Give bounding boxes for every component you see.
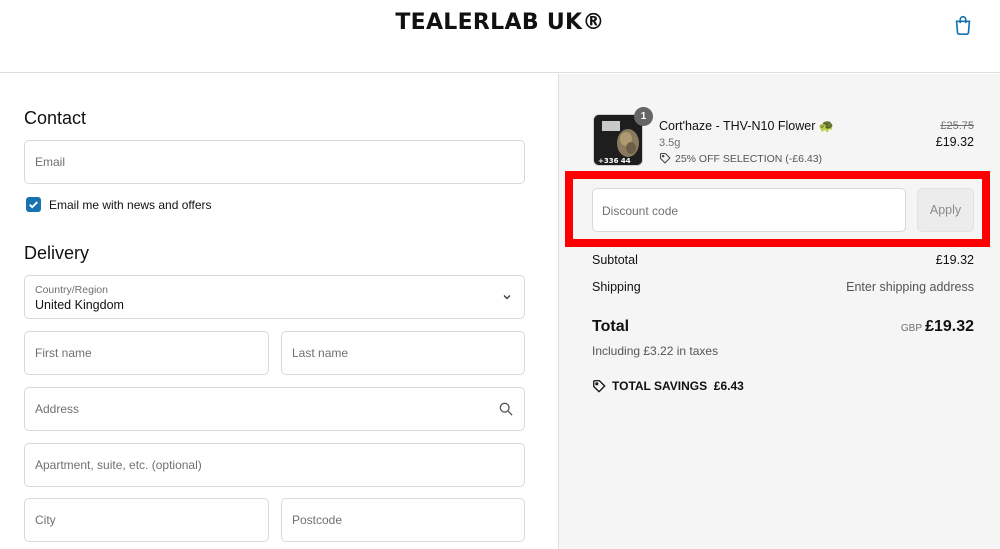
shipping-value: Enter shipping address (846, 280, 974, 294)
savings-value: £6.43 (713, 379, 744, 393)
price-original: £25.75 (940, 120, 974, 132)
total-savings: TOTAL SAVINGS £6.43 (592, 379, 744, 393)
country-label: Country/Region (35, 284, 108, 296)
product-discount-text: 25% OFF SELECTION (-£6.43) (675, 153, 823, 165)
address-field[interactable]: Address (24, 387, 525, 431)
contact-title: Contact (24, 108, 87, 128)
quantity-badge: 1 (634, 107, 653, 126)
postcode-placeholder: Postcode (292, 513, 343, 527)
newsletter-checkbox[interactable] (26, 197, 41, 212)
last-name-field[interactable]: Last name (281, 331, 525, 375)
subtotal-value: £19.32 (935, 253, 974, 267)
city-placeholder: City (35, 513, 56, 527)
apartment-placeholder: Apartment, suite, etc. (optional) (35, 458, 202, 472)
last-name-placeholder: Last name (292, 346, 349, 360)
total-label: Total (592, 318, 630, 335)
newsletter-label[interactable]: Email me with news and offers (49, 198, 212, 212)
postcode-field[interactable]: Postcode (281, 498, 525, 542)
tag-icon (593, 380, 606, 393)
email-field[interactable]: Email (24, 140, 525, 184)
apartment-field[interactable]: Apartment, suite, etc. (optional) (24, 443, 525, 487)
total-value: £19.32 (925, 318, 974, 335)
email-placeholder: Email (35, 155, 66, 169)
city-field[interactable]: City (24, 498, 269, 542)
price-final: £19.32 (935, 135, 974, 149)
taxes-text: Including £3.22 in taxes (592, 344, 719, 358)
checkmark-icon (29, 201, 38, 209)
order-summary: +336 44 1 Cort'haze - THV-N10 Flower 🐢 3… (558, 74, 1000, 549)
first-name-placeholder: First name (35, 346, 92, 360)
tag-icon (659, 152, 671, 164)
address-placeholder: Address (35, 402, 80, 416)
product-name: Cort'haze - THV-N10 Flower 🐢 (659, 119, 835, 133)
brand-logo[interactable]: TEALERLAB UK® (0, 10, 1000, 35)
discount-code-field[interactable]: Discount code (592, 188, 906, 232)
thumb-text: +336 44 (598, 157, 631, 165)
subtotal-label: Subtotal (592, 253, 638, 267)
country-select[interactable]: Country/Region United Kingdom (24, 275, 525, 319)
country-value: United Kingdom (35, 298, 124, 312)
product-variant: 3.5g (659, 137, 681, 149)
product-discount: 25% OFF SELECTION (-£6.43) (659, 152, 822, 165)
discount-placeholder: Discount code (602, 204, 679, 218)
apply-button[interactable]: Apply (917, 188, 974, 232)
checkout-form: Contact Email Email me with news and off… (0, 74, 558, 549)
first-name-field[interactable]: First name (24, 331, 269, 375)
delivery-title: Delivery (24, 243, 90, 263)
currency-code: GBP (900, 323, 922, 334)
chevron-down-icon (503, 295, 511, 300)
shipping-label: Shipping (592, 280, 641, 294)
shopping-bag-icon[interactable] (952, 14, 974, 36)
search-icon (499, 402, 513, 416)
savings-label: TOTAL SAVINGS (612, 379, 708, 393)
header: TEALERLAB UK® (0, 0, 1000, 73)
